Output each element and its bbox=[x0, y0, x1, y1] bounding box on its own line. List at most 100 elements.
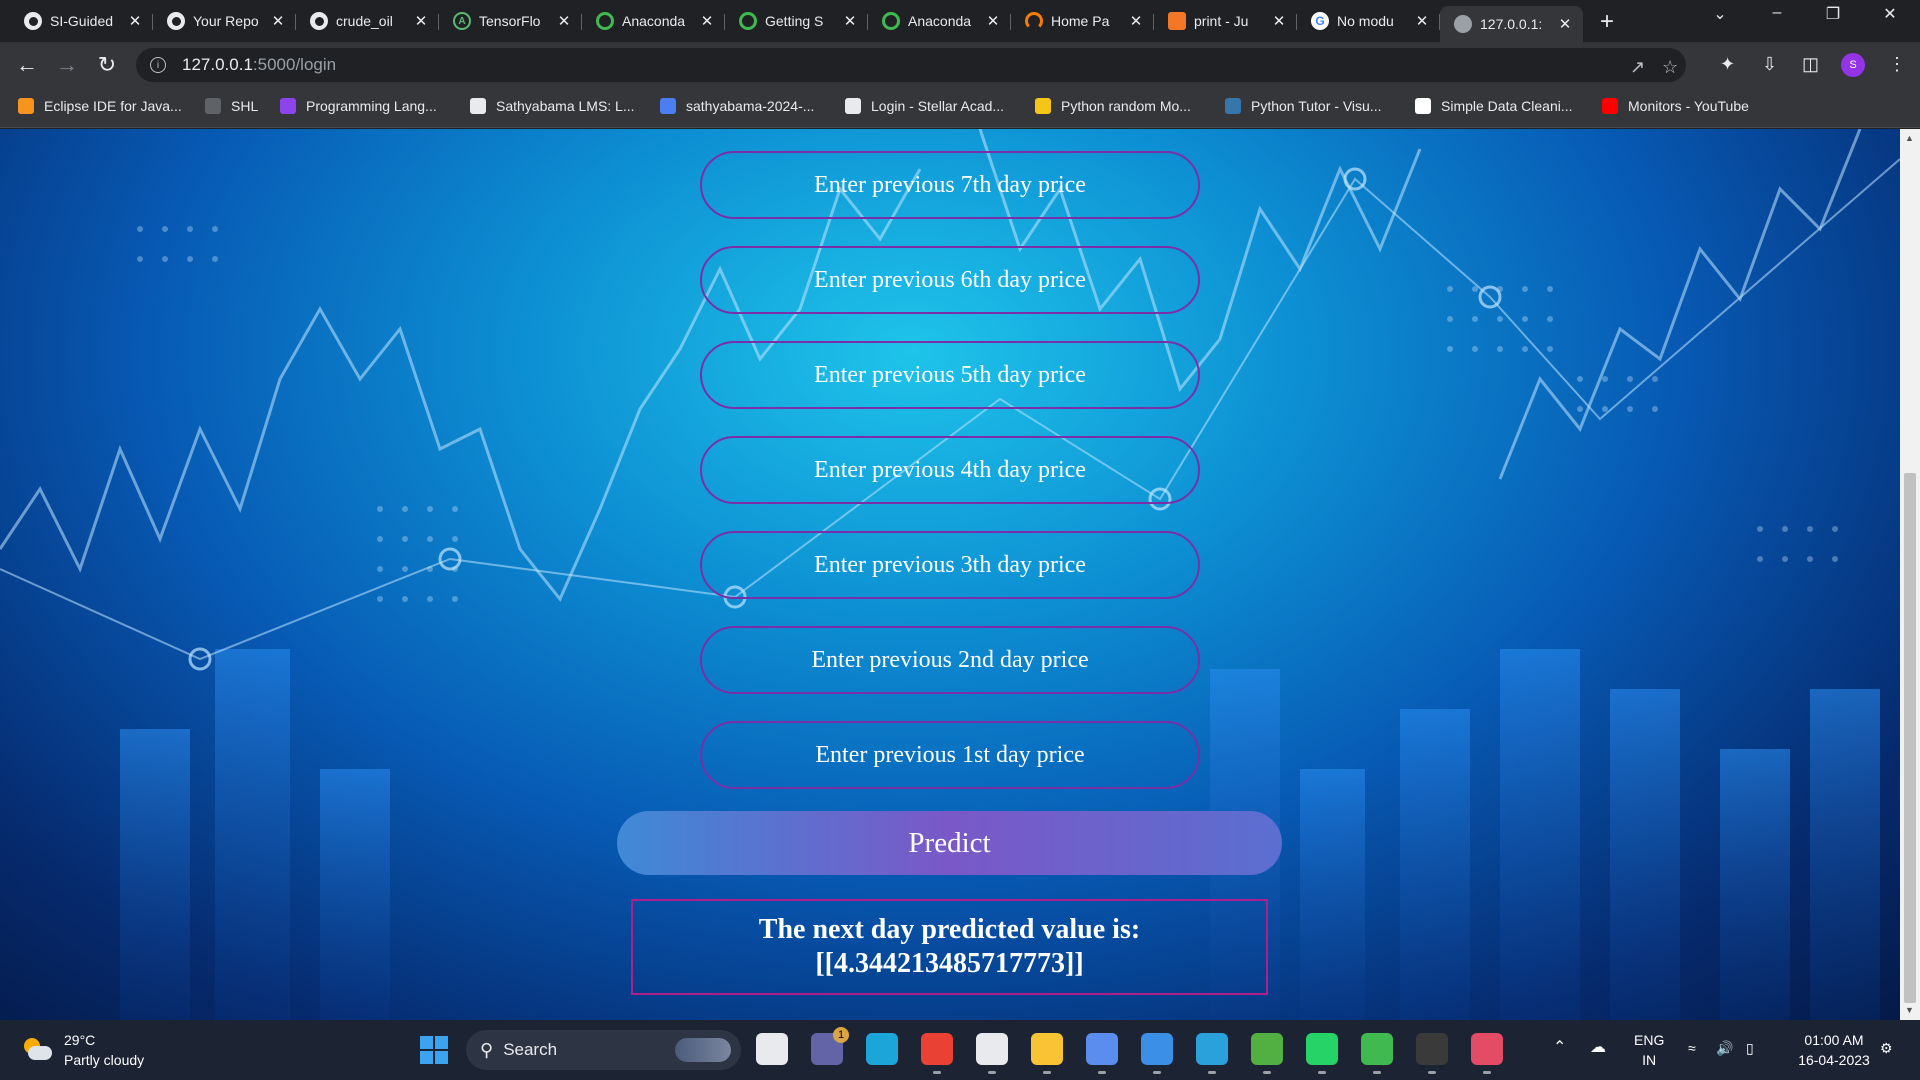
copilot-icon[interactable] bbox=[1086, 1033, 1118, 1065]
forward-icon[interactable]: → bbox=[52, 52, 82, 78]
predict-button[interactable]: Predict bbox=[617, 811, 1282, 875]
bookmark-star-icon[interactable]: ☆ bbox=[1662, 57, 1678, 78]
browser-tab[interactable]: Anaconda ✕ bbox=[582, 6, 725, 36]
price-input-day-5[interactable] bbox=[700, 341, 1200, 409]
page-viewport: Predict The next day predicted value is:… bbox=[0, 129, 1900, 1020]
browser-tab[interactable]: SI-Guided ✕ bbox=[10, 6, 153, 36]
close-icon[interactable]: ✕ bbox=[1414, 12, 1430, 30]
browser-toolbar: ← → ↻ i 127.0.0.1:5000/login ↗ ☆ ✦ ⇩ ◫ S… bbox=[0, 42, 1920, 88]
browser-tab[interactable]: Getting S ✕ bbox=[725, 6, 868, 36]
price-input-day-6[interactable] bbox=[700, 246, 1200, 314]
page-scrollbar[interactable]: ▲ ▼ bbox=[1900, 129, 1920, 1020]
terminal-icon[interactable] bbox=[1416, 1033, 1448, 1065]
running-indicator bbox=[1263, 1071, 1271, 1074]
price-input-day-1[interactable] bbox=[700, 721, 1200, 789]
bookmark-item[interactable]: Login - Stellar Acad... bbox=[845, 98, 1004, 114]
browser-tab[interactable]: print - Ju ✕ bbox=[1154, 6, 1297, 36]
volume-icon[interactable]: 🔊 bbox=[1716, 1038, 1733, 1058]
battery-icon[interactable]: ▯ bbox=[1746, 1038, 1754, 1058]
close-icon[interactable]: ✕ bbox=[842, 12, 858, 30]
taskbar-search[interactable]: ⚲ Search bbox=[466, 1030, 741, 1070]
share-icon[interactable]: ↗ bbox=[1630, 57, 1645, 78]
close-icon[interactable]: ✕ bbox=[985, 12, 1001, 30]
browser-tab[interactable]: Your Repo ✕ bbox=[153, 6, 296, 36]
file-explorer-icon[interactable] bbox=[1031, 1033, 1063, 1065]
price-input-day-2[interactable] bbox=[700, 626, 1200, 694]
onedrive-error-icon[interactable]: ☁ bbox=[1590, 1038, 1606, 1058]
bookmark-favicon-icon bbox=[1602, 98, 1618, 114]
stack-app-icon[interactable] bbox=[1251, 1033, 1283, 1065]
tray-overflow-chevron-icon[interactable]: ⌃ bbox=[1553, 1038, 1566, 1058]
close-icon[interactable]: ✕ bbox=[1557, 15, 1573, 33]
reload-icon[interactable]: ↻ bbox=[92, 52, 122, 78]
close-icon[interactable]: ✕ bbox=[1128, 12, 1144, 30]
browser-tab[interactable]: G No modu ✕ bbox=[1297, 6, 1440, 36]
menu-kebab-icon[interactable]: ⋮ bbox=[1888, 54, 1906, 75]
browser-tab[interactable]: Home Pa ✕ bbox=[1011, 6, 1154, 36]
clock[interactable]: 01:00 AM 16-04-2023 bbox=[1784, 1030, 1884, 1070]
price-input-day-4[interactable] bbox=[700, 436, 1200, 504]
task-view-icon[interactable] bbox=[756, 1033, 788, 1065]
browser-tab[interactable]: crude_oil ✕ bbox=[296, 6, 439, 36]
close-icon[interactable]: ✕ bbox=[127, 12, 143, 30]
bookmark-item[interactable]: Python Tutor - Visu... bbox=[1225, 98, 1381, 114]
profile-avatar[interactable]: S bbox=[1841, 53, 1865, 77]
weather-widget[interactable]: 29°C Partly cloudy bbox=[22, 1030, 144, 1070]
running-indicator bbox=[933, 1071, 941, 1074]
jupyter-notebook-icon bbox=[1168, 12, 1186, 30]
restore-icon[interactable]: ❐ bbox=[1813, 4, 1853, 24]
chrome-icon[interactable] bbox=[921, 1033, 953, 1065]
wifi-icon[interactable]: ≈ bbox=[1688, 1038, 1696, 1058]
scroll-down-arrow-icon[interactable]: ▼ bbox=[1905, 1005, 1914, 1015]
bookmark-item[interactable]: Eclipse IDE for Java... bbox=[18, 98, 182, 114]
close-icon[interactable]: ✕ bbox=[1271, 12, 1287, 30]
bookmark-label: Login - Stellar Acad... bbox=[871, 98, 1005, 114]
anaconda-navigator-icon[interactable] bbox=[1361, 1033, 1393, 1065]
side-panel-icon[interactable]: ◫ bbox=[1802, 54, 1819, 75]
site-info-icon[interactable]: i bbox=[150, 57, 166, 73]
telegram-icon[interactable] bbox=[1196, 1033, 1228, 1065]
download-icon[interactable]: ⇩ bbox=[1762, 54, 1777, 75]
anaconda-icon bbox=[739, 12, 757, 30]
language-indicator[interactable]: ENG IN bbox=[1634, 1030, 1664, 1070]
scroll-thumb[interactable] bbox=[1904, 473, 1916, 1003]
bookmark-item[interactable]: Monitors - YouTube bbox=[1602, 98, 1749, 114]
teams-icon[interactable]: 1 bbox=[811, 1027, 849, 1065]
windows-start-icon[interactable] bbox=[420, 1036, 448, 1064]
github-icon bbox=[310, 12, 328, 30]
close-icon[interactable]: ✕ bbox=[556, 12, 572, 30]
bookmark-item[interactable]: Programming Lang... bbox=[280, 98, 437, 114]
minimize-icon[interactable]: – bbox=[1757, 4, 1797, 22]
snipping-tool-icon[interactable] bbox=[1471, 1033, 1503, 1065]
browser-tab[interactable]: A TensorFlo ✕ bbox=[439, 6, 582, 36]
bookmark-item[interactable]: sathyabama-2024-... bbox=[660, 98, 814, 114]
browser-tab[interactable]: Anaconda ✕ bbox=[868, 6, 1011, 36]
close-icon[interactable]: ✕ bbox=[699, 12, 715, 30]
store-icon[interactable] bbox=[976, 1033, 1008, 1065]
back-icon[interactable]: ← bbox=[12, 52, 42, 78]
price-input-day-7[interactable] bbox=[700, 151, 1200, 219]
browser-tab[interactable]: 127.0.0.1: ✕ bbox=[1440, 6, 1583, 42]
close-window-icon[interactable]: ✕ bbox=[1870, 4, 1910, 24]
bookmark-item[interactable]: Python random Mo... bbox=[1035, 98, 1191, 114]
tab-title: TensorFlo bbox=[479, 13, 541, 29]
mail-icon[interactable] bbox=[1141, 1033, 1173, 1065]
address-bar[interactable]: i 127.0.0.1:5000/login ↗ ☆ bbox=[136, 48, 1686, 82]
notification-icon[interactable]: ⚙ bbox=[1880, 1038, 1893, 1058]
bookmark-item[interactable]: SHL bbox=[205, 98, 258, 114]
tab-title: Home Pa bbox=[1051, 13, 1110, 29]
scroll-up-arrow-icon[interactable]: ▲ bbox=[1905, 133, 1914, 143]
bookmark-item[interactable]: Sathyabama LMS: L... bbox=[470, 98, 635, 114]
new-tab-button[interactable]: + bbox=[1600, 8, 1614, 36]
bookmark-favicon-icon bbox=[18, 98, 34, 114]
anaconda-icon bbox=[596, 12, 614, 30]
close-icon[interactable]: ✕ bbox=[413, 12, 429, 30]
tab-search-chevron-icon[interactable]: ⌄ bbox=[1700, 4, 1740, 24]
close-icon[interactable]: ✕ bbox=[270, 12, 286, 30]
github-icon bbox=[167, 12, 185, 30]
bookmark-item[interactable]: Simple Data Cleani... bbox=[1415, 98, 1573, 114]
edge-icon[interactable] bbox=[866, 1033, 898, 1065]
price-input-day-3[interactable] bbox=[700, 531, 1200, 599]
whatsapp-icon[interactable] bbox=[1306, 1033, 1338, 1065]
extensions-icon[interactable]: ✦ bbox=[1720, 54, 1735, 75]
